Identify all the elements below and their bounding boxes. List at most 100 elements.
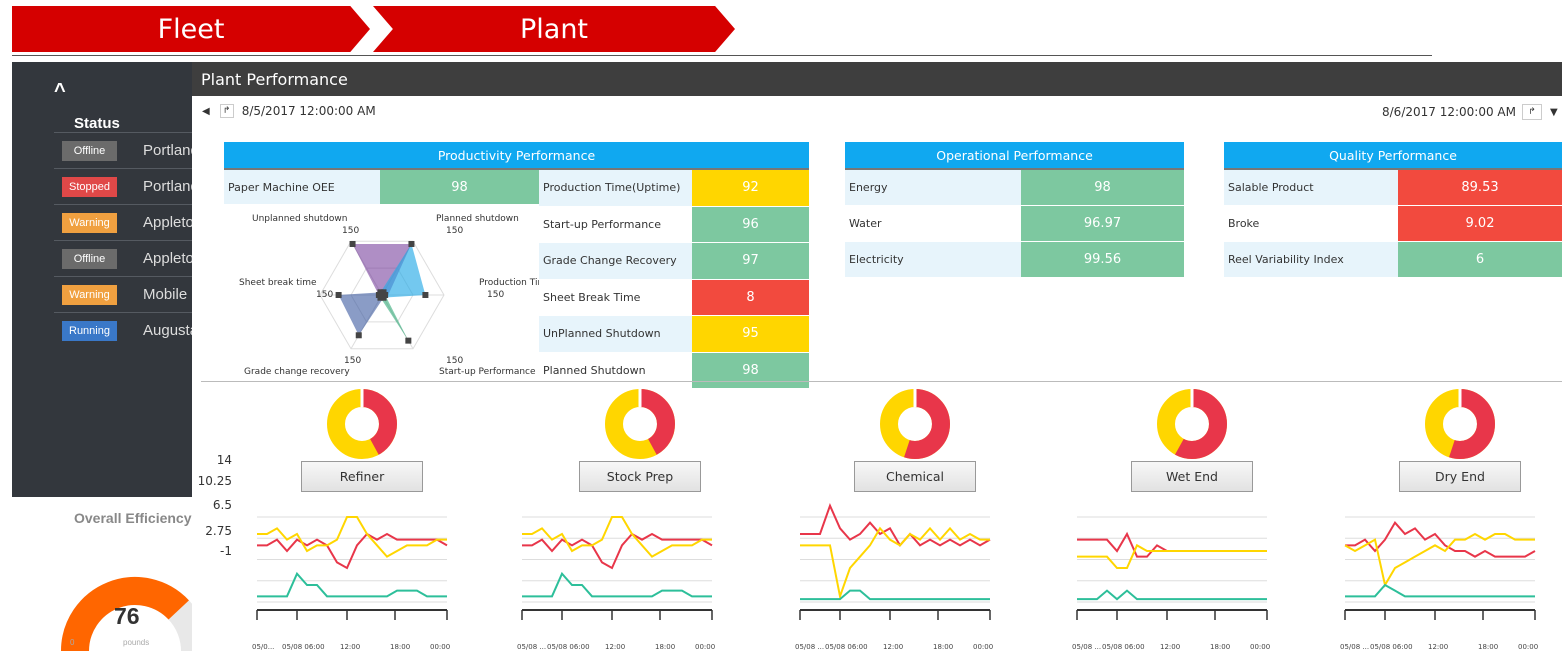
radar-axis-max: 150 [446, 356, 463, 366]
chart-x-tick-label: 00:00 [1250, 643, 1271, 651]
radar-marker [405, 337, 412, 344]
area-button[interactable]: Dry End [1399, 461, 1521, 492]
kpi-row: Water 96.97 [845, 206, 1184, 242]
chart-y-tick-label: -1 [220, 544, 232, 558]
gauge-value: 76 [114, 603, 140, 629]
kpi-label: Reel Variability Index [1224, 242, 1398, 277]
productivity-radar-chart: Planned shutdown150Production Time150Sta… [239, 214, 552, 377]
kpi-label: Electricity [845, 242, 1021, 277]
radar-axis-label: Start-up Performance [439, 367, 536, 377]
area-donut-chart [880, 389, 950, 459]
gauge-unit: pounds [123, 638, 150, 647]
collapse-caret-icon[interactable]: ^ [54, 80, 66, 103]
panel-title: Plant Performance [192, 62, 1562, 96]
kpi-label: Salable Product [1224, 170, 1398, 205]
radar-marker [355, 332, 362, 339]
time-step-icon-end[interactable]: ↱ [1521, 104, 1542, 120]
area-line-chart [521, 516, 713, 620]
kpi-value: 98 [692, 352, 809, 388]
chart-x-tick-label: 00:00 [1518, 643, 1539, 651]
area-line-chart [799, 502, 991, 620]
kpi-label: Energy [845, 170, 1021, 205]
chart-x-tick-label: 05/08 06:00 [547, 643, 590, 651]
breadcrumb-divider [12, 55, 1432, 56]
productivity-title: Productivity Performance [224, 142, 809, 170]
chart-series-line [1077, 589, 1267, 601]
chart-x-tick-label: 05/0... [252, 643, 275, 651]
chart-x-tick-label: 05/08 ... [1072, 643, 1102, 651]
radar-axis-label: Production Time [479, 278, 539, 288]
chart-x-tick-label: 12:00 [1160, 643, 1181, 651]
chart-x-tick-label: 18:00 [1478, 643, 1499, 651]
status-badge: Stopped [62, 176, 117, 197]
radar-axis-label: Planned shutdown [436, 214, 519, 224]
time-range-start: ◀ ↱ 8/5/2017 12:00:00 AM [202, 104, 376, 118]
chart-x-tick-label: 00:00 [430, 643, 451, 651]
kpi-value: 99.56 [1021, 242, 1184, 277]
radar-marker [349, 240, 356, 247]
radar-marker [335, 292, 342, 298]
radar-axis-max: 150 [446, 226, 463, 236]
kpi-label: Start-up Performance [539, 206, 692, 242]
kpi-value: 92 [692, 170, 809, 206]
kpi-label: Sheet Break Time [539, 279, 692, 315]
gauge-min: 0 [70, 638, 75, 647]
overall-efficiency-label: Overall Efficiency [74, 510, 192, 526]
plant-performance-panel: Plant Performance ◀ ↱ 8/5/2017 12:00:00 … [192, 62, 1562, 651]
area-button[interactable]: Refiner [301, 461, 423, 492]
radar-marker [422, 292, 429, 298]
kpi-row: Energy 98 [845, 170, 1184, 206]
start-time: 8/5/2017 12:00:00 AM [241, 104, 376, 118]
kpi-row: Start-up Performance 96 [539, 206, 809, 243]
chart-series-line [1077, 543, 1267, 569]
status-badge: Warning [62, 284, 117, 305]
productivity-performance: Productivity Performance Paper Machine O… [224, 142, 809, 422]
status-sidebar: ^ Status Offline Portland Stopped Portland W… [12, 62, 224, 497]
chart-x-tick-label: 05/08 06:00 [282, 643, 325, 651]
radar-axis-label: Grade change recovery [244, 367, 350, 377]
kpi-value: 95 [692, 316, 809, 352]
radar-axis-max: 150 [342, 226, 359, 236]
kpi-row: Planned Shutdown 98 [539, 352, 809, 389]
status-badge: Offline [62, 248, 117, 269]
kpi-value: 9.02 [1398, 206, 1562, 241]
kpi-value: 98 [1021, 170, 1184, 205]
kpi-label: Planned Shutdown [539, 352, 692, 388]
breadcrumb-fleet[interactable]: Fleet [12, 6, 370, 52]
kpi-row: Reel Variability Index 6 [1224, 242, 1562, 278]
status-badge: Offline [62, 140, 117, 161]
oee-label: Paper Machine OEE [224, 170, 380, 204]
area-donut-chart [1425, 389, 1495, 459]
breadcrumb-fleet-label: Fleet [157, 13, 225, 45]
kpi-row: Broke 9.02 [1224, 206, 1562, 242]
area-line-chart [1076, 516, 1268, 620]
chart-x-tick-label: 18:00 [933, 643, 954, 651]
chart-x-tick-label: 05/08 06:00 [1370, 643, 1413, 651]
chart-x-tick-label: 00:00 [695, 643, 716, 651]
chart-x-tick-label: 12:00 [605, 643, 626, 651]
prev-arrow-icon[interactable]: ◀ [202, 106, 210, 117]
chart-y-tick-label: 6.5 [212, 498, 232, 512]
area-button[interactable]: Chemical [854, 461, 976, 492]
site-name: Mobile [143, 286, 188, 303]
time-step-icon[interactable]: ↱ [219, 104, 234, 118]
site-name: Portland [143, 178, 195, 195]
area-button[interactable]: Stock Prep [579, 461, 701, 492]
kpi-row: Grade Change Recovery 97 [539, 243, 809, 280]
chart-x-tick-label: 18:00 [390, 643, 411, 651]
radar-axis-max: 150 [316, 290, 333, 300]
oee-value: 98 [380, 170, 539, 204]
chart-x-tick-label: 12:00 [1428, 643, 1449, 651]
area-button[interactable]: Wet End [1131, 461, 1253, 492]
kpi-value: 97 [692, 243, 809, 279]
breadcrumb-plant[interactable]: Plant [373, 6, 735, 52]
quality-performance: Quality Performance Salable Product 89.53… [1224, 142, 1562, 278]
kpi-row: Production Time(Uptime) 92 [539, 170, 809, 207]
chart-x-tick-label: 12:00 [883, 643, 904, 651]
chart-y-tick-label: 14 [216, 453, 232, 467]
area-line-chart [256, 516, 448, 620]
operational-performance: Operational Performance Energy 98 Water 96.… [845, 142, 1184, 278]
kpi-row: Salable Product 89.53 [1224, 170, 1562, 206]
status-badge: Running [62, 320, 117, 341]
dropdown-arrow-icon[interactable]: ▼ [1550, 107, 1558, 118]
